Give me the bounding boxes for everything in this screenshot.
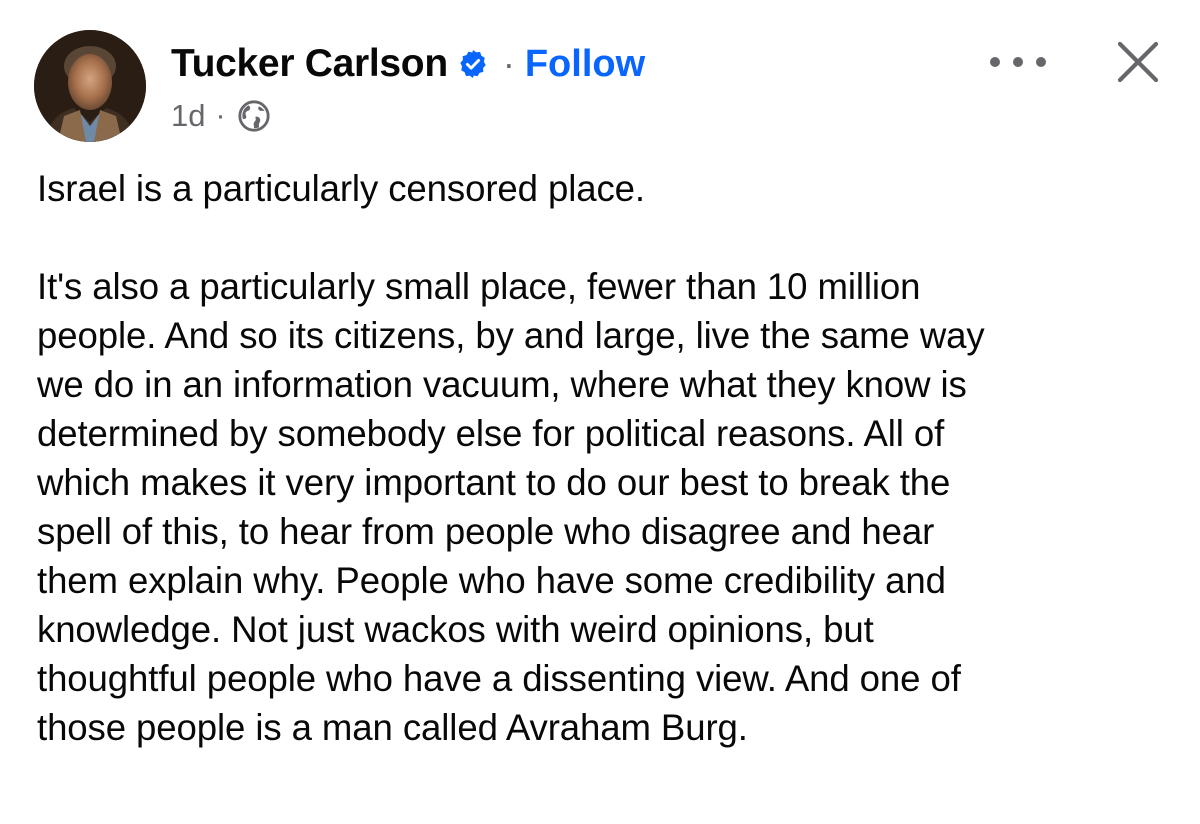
post-card: Tucker Carlson · Follow 1d · Israel is a… (0, 0, 1200, 824)
close-button[interactable] (1112, 36, 1164, 88)
more-dot (1013, 57, 1023, 67)
follow-button[interactable]: Follow (525, 43, 645, 86)
avatar-photo-icon (34, 30, 146, 142)
globe-icon[interactable] (237, 99, 271, 133)
separator-dot: · (502, 43, 515, 84)
post-header: Tucker Carlson · Follow (171, 40, 645, 88)
more-dot (1036, 57, 1046, 67)
post-body: Israel is a particularly censored place.… (37, 164, 1177, 752)
verified-badge-icon (457, 48, 489, 80)
meta-separator-dot: · (215, 99, 226, 132)
post-paragraph: Israel is a particularly censored place. (37, 168, 645, 209)
author-avatar[interactable] (34, 30, 146, 142)
author-name[interactable]: Tucker Carlson (171, 42, 448, 86)
close-icon (1117, 41, 1159, 83)
more-options-button[interactable] (990, 42, 1046, 82)
post-paragraph: It's also a particularly small place, fe… (37, 266, 985, 748)
more-dot (990, 57, 1000, 67)
post-meta: 1d · (171, 94, 271, 138)
post-timestamp[interactable]: 1d (171, 98, 205, 134)
